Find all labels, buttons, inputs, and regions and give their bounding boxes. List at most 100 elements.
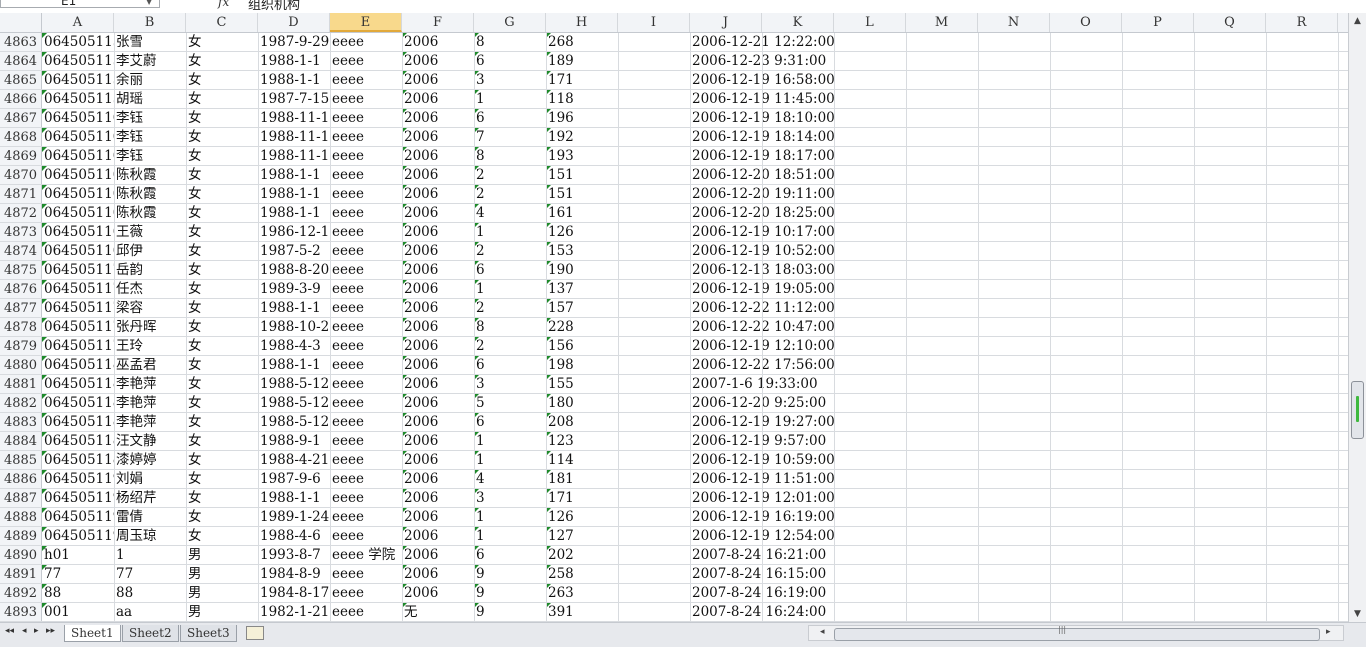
cell-g[interactable]: 1 xyxy=(474,280,546,298)
cell-a[interactable]: 064505117 xyxy=(42,280,114,298)
cell-e[interactable]: eeee xyxy=(330,527,402,545)
cell-f[interactable]: 2006 xyxy=(402,109,474,127)
cell-j[interactable]: 2006-12-19 10:52:00 xyxy=(690,242,850,260)
cell-f[interactable]: 2006 xyxy=(402,280,474,298)
cell-e[interactable]: eeee xyxy=(330,489,402,507)
cell-e[interactable]: eeee xyxy=(330,261,402,279)
row-header[interactable]: 4883 xyxy=(0,413,42,431)
cell-a[interactable]: 064505115 xyxy=(42,52,114,70)
cell-e[interactable]: eeee xyxy=(330,394,402,412)
cell-h[interactable]: 156 xyxy=(546,337,618,355)
scroll-right-icon[interactable]: ▸ xyxy=(1326,627,1331,637)
cell-j[interactable]: 2006-12-23 9:31:00 xyxy=(690,52,850,70)
cell-d[interactable]: 1988-11-1 xyxy=(258,109,330,127)
cell-e[interactable]: eeee xyxy=(330,52,402,70)
column-header-a[interactable]: A xyxy=(42,13,114,32)
cell-a[interactable]: 064505116 xyxy=(42,166,114,184)
cell-a[interactable]: 001 xyxy=(42,603,114,621)
cell-f[interactable]: 2006 xyxy=(402,128,474,146)
cell-h[interactable]: 208 xyxy=(546,413,618,431)
column-header-q[interactable]: Q xyxy=(1194,13,1266,32)
cell-c[interactable]: 女 xyxy=(186,394,258,412)
cell-g[interactable]: 2 xyxy=(474,185,546,203)
cell-d[interactable]: 1988-4-3 xyxy=(258,337,330,355)
cell-g[interactable]: 2 xyxy=(474,166,546,184)
cell-h[interactable]: 198 xyxy=(546,356,618,374)
cell-d[interactable]: 1988-1-1 xyxy=(258,71,330,89)
cell-d[interactable]: 1984-8-17 xyxy=(258,584,330,602)
cell-c[interactable]: 女 xyxy=(186,318,258,336)
cell-a[interactable]: 064505119 xyxy=(42,470,114,488)
cell-j[interactable]: 2007-1-6 19:33:00 xyxy=(690,375,850,393)
cell-c[interactable]: 女 xyxy=(186,223,258,241)
cell-j[interactable]: 2006-12-19 12:10:00 xyxy=(690,337,850,355)
row-header[interactable]: 4881 xyxy=(0,375,42,393)
cell-h[interactable]: 157 xyxy=(546,299,618,317)
cell-j[interactable]: 2006-12-19 9:57:00 xyxy=(690,432,850,450)
row-header[interactable]: 4866 xyxy=(0,90,42,108)
cell-d[interactable]: 1988-5-12 xyxy=(258,375,330,393)
cell-h[interactable]: 190 xyxy=(546,261,618,279)
cell-d[interactable]: 1988-1-1 xyxy=(258,204,330,222)
cell-h[interactable]: 114 xyxy=(546,451,618,469)
row-header[interactable]: 4890 xyxy=(0,546,42,564)
cell-e[interactable]: eeee xyxy=(330,375,402,393)
cell-g[interactable]: 1 xyxy=(474,508,546,526)
row-header[interactable]: 4891 xyxy=(0,565,42,583)
cell-b[interactable]: 李艳萍 xyxy=(114,394,186,412)
cell-e[interactable]: eeee xyxy=(330,356,402,374)
cell-d[interactable]: 1988-9-1 xyxy=(258,432,330,450)
cell-j[interactable]: 2006-12-20 18:25:00 xyxy=(690,204,850,222)
cell-a[interactable]: 064505118 xyxy=(42,432,114,450)
column-header-f[interactable]: F xyxy=(402,13,474,32)
cell-d[interactable]: 1987-5-2 xyxy=(258,242,330,260)
column-header-n[interactable]: N xyxy=(978,13,1050,32)
cell-b[interactable]: 李钰 xyxy=(114,147,186,165)
cell-a[interactable]: 064505118 xyxy=(42,375,114,393)
cell-f[interactable]: 2006 xyxy=(402,147,474,165)
cell-g[interactable]: 4 xyxy=(474,470,546,488)
cell-j[interactable]: 2006-12-19 19:27:00 xyxy=(690,413,850,431)
cell-d[interactable]: 1988-8-20 xyxy=(258,261,330,279)
cell-b[interactable]: 漆婷婷 xyxy=(114,451,186,469)
cell-j[interactable]: 2006-12-19 12:54:00 xyxy=(690,527,850,545)
cell-a[interactable]: 064505118 xyxy=(42,413,114,431)
name-box-dropdown-icon[interactable]: ▼ xyxy=(146,0,152,6)
cell-a[interactable]: 064505117 xyxy=(42,299,114,317)
cell-e[interactable]: eeee xyxy=(330,147,402,165)
cell-c[interactable]: 女 xyxy=(186,52,258,70)
column-header-i[interactable]: I xyxy=(618,13,690,32)
cell-g[interactable]: 9 xyxy=(474,603,546,621)
cell-c[interactable]: 女 xyxy=(186,242,258,260)
cell-j[interactable]: 2006-12-22 11:12:00 xyxy=(690,299,850,317)
row-header[interactable]: 4884 xyxy=(0,432,42,450)
cell-f[interactable]: 2006 xyxy=(402,33,474,51)
cell-g[interactable]: 6 xyxy=(474,546,546,564)
cell-h[interactable]: 193 xyxy=(546,147,618,165)
cell-e[interactable]: eeee xyxy=(330,318,402,336)
cell-h[interactable]: 181 xyxy=(546,470,618,488)
scroll-up-icon[interactable]: ▲ xyxy=(1349,13,1366,29)
column-header-k[interactable]: K xyxy=(762,13,834,32)
cell-a[interactable]: 064505116 xyxy=(42,204,114,222)
cell-f[interactable]: 2006 xyxy=(402,52,474,70)
cell-g[interactable]: 4 xyxy=(474,204,546,222)
cell-e[interactable]: eeee xyxy=(330,565,402,583)
cell-a[interactable]: 064505116 xyxy=(42,109,114,127)
cell-j[interactable]: 2006-12-19 16:19:00 xyxy=(690,508,850,526)
cell-c[interactable]: 女 xyxy=(186,337,258,355)
cell-g[interactable]: 2 xyxy=(474,337,546,355)
worksheet-grid[interactable]: 4863 064505115 张雪女 1987-9-29 eeee 2006 8 268 200… xyxy=(0,33,1348,622)
cell-c[interactable]: 女 xyxy=(186,527,258,545)
cell-g[interactable]: 6 xyxy=(474,109,546,127)
cell-e[interactable]: eeee xyxy=(330,185,402,203)
cell-j[interactable]: 2006-12-22 17:56:00 xyxy=(690,356,850,374)
cell-h[interactable]: 153 xyxy=(546,242,618,260)
select-all-corner[interactable] xyxy=(0,13,42,32)
cell-j[interactable]: 2006-12-19 11:51:00 xyxy=(690,470,850,488)
cell-h[interactable]: 228 xyxy=(546,318,618,336)
cell-e[interactable]: eeee xyxy=(330,223,402,241)
cell-a[interactable]: 064505116 xyxy=(42,185,114,203)
insert-sheet-icon[interactable] xyxy=(246,626,264,640)
cell-e[interactable]: eeee xyxy=(330,71,402,89)
